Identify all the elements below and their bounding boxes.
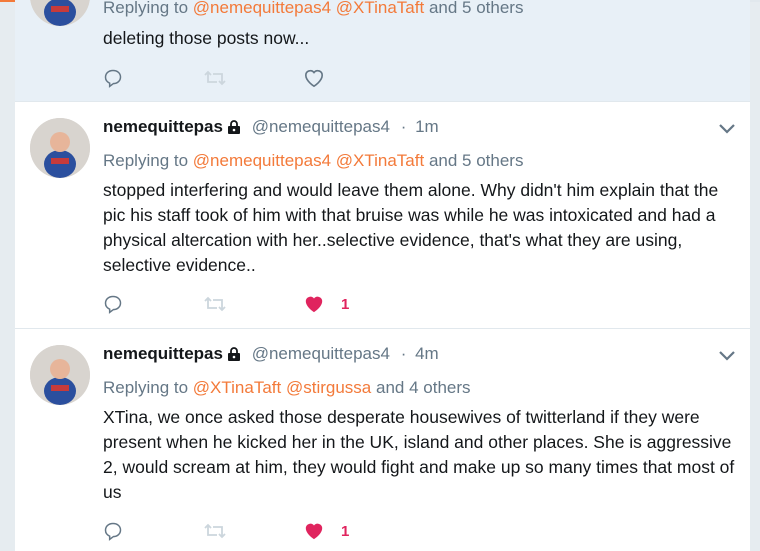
retweet-button[interactable] <box>203 518 227 544</box>
tweet-actions: 1 <box>103 518 503 544</box>
tweet-actions: 1 <box>103 291 503 317</box>
replying-prefix: Replying to <box>103 0 189 17</box>
tweet-actions <box>103 65 503 91</box>
others-link[interactable]: and 5 others <box>429 0 524 17</box>
mention-link[interactable]: @nemequittepas4 <box>193 151 331 170</box>
retweet-button[interactable] <box>203 291 227 317</box>
tweet-text: XTina, we once asked those desperate hou… <box>103 407 735 502</box>
others-link[interactable]: and 5 others <box>429 151 524 170</box>
retweet-icon <box>204 296 226 312</box>
display-name[interactable]: nemequittepas <box>103 117 223 136</box>
replying-prefix: Replying to <box>103 378 189 397</box>
timestamp[interactable]: 4m <box>415 344 439 363</box>
avatar[interactable] <box>30 118 90 178</box>
reply-button[interactable] <box>103 518 123 544</box>
tweet-text: deleting those posts now... <box>103 28 310 48</box>
display-name[interactable]: nemequittepas <box>103 344 223 363</box>
tweet-item[interactable]: nemequittepas @nemequittepas4 · 1m Reply… <box>15 102 750 329</box>
separator-dot: · <box>400 117 407 136</box>
retweet-icon <box>204 70 226 86</box>
tweet-text: stopped interfering and would leave them… <box>103 180 719 275</box>
lock-icon <box>227 347 240 361</box>
username-handle[interactable]: @nemequittepas4 <box>252 117 390 136</box>
mention-link[interactable]: @XTinaTaft <box>336 151 424 170</box>
reply-icon <box>104 522 122 541</box>
like-count: 1 <box>341 522 350 540</box>
reply-icon <box>104 295 122 314</box>
heart-icon <box>304 69 324 88</box>
others-link[interactable]: and 4 others <box>376 378 471 397</box>
avatar[interactable] <box>30 345 90 405</box>
tweet-item[interactable]: nemequittepas @nemequittepas4 · 4m Reply… <box>15 329 750 551</box>
reply-icon <box>104 69 122 88</box>
avatar[interactable] <box>30 0 90 26</box>
chevron-down-icon[interactable] <box>718 123 736 135</box>
reply-button[interactable] <box>103 65 123 91</box>
replying-to-line: Replying to @nemequittepas4 @XTinaTaft a… <box>103 0 523 19</box>
mention-link[interactable]: @nemequittepas4 <box>193 0 331 17</box>
heart-icon <box>305 296 323 313</box>
mention-link[interactable]: @XTinaTaft <box>193 378 281 397</box>
mention-link[interactable]: @XTinaTaft <box>336 0 424 17</box>
like-button[interactable] <box>303 65 341 91</box>
replying-to-line: Replying to @nemequittepas4 @XTinaTaft a… <box>103 150 523 172</box>
replying-to-line: Replying to @XTinaTaft @stirgussa and 4 … <box>103 377 471 399</box>
like-button[interactable]: 1 <box>303 291 349 317</box>
tweet-header: nemequittepas @nemequittepas4 · 1m <box>103 116 439 138</box>
username-handle[interactable]: @nemequittepas4 <box>252 344 390 363</box>
like-count: 1 <box>341 295 350 313</box>
separator-dot: · <box>400 344 407 363</box>
retweet-button[interactable] <box>203 65 227 91</box>
lock-icon <box>227 120 240 134</box>
retweet-icon <box>204 523 226 539</box>
heart-icon <box>305 523 323 540</box>
tweet-item[interactable]: Replying to @nemequittepas4 @XTinaTaft a… <box>15 0 750 102</box>
reply-button[interactable] <box>103 291 123 317</box>
chevron-down-icon[interactable] <box>718 350 736 362</box>
like-button[interactable]: 1 <box>303 518 349 544</box>
tweet-header: nemequittepas @nemequittepas4 · 4m <box>103 343 439 365</box>
mention-link[interactable]: @stirgussa <box>286 378 371 397</box>
timestamp[interactable]: 1m <box>415 117 439 136</box>
replying-prefix: Replying to <box>103 151 189 170</box>
